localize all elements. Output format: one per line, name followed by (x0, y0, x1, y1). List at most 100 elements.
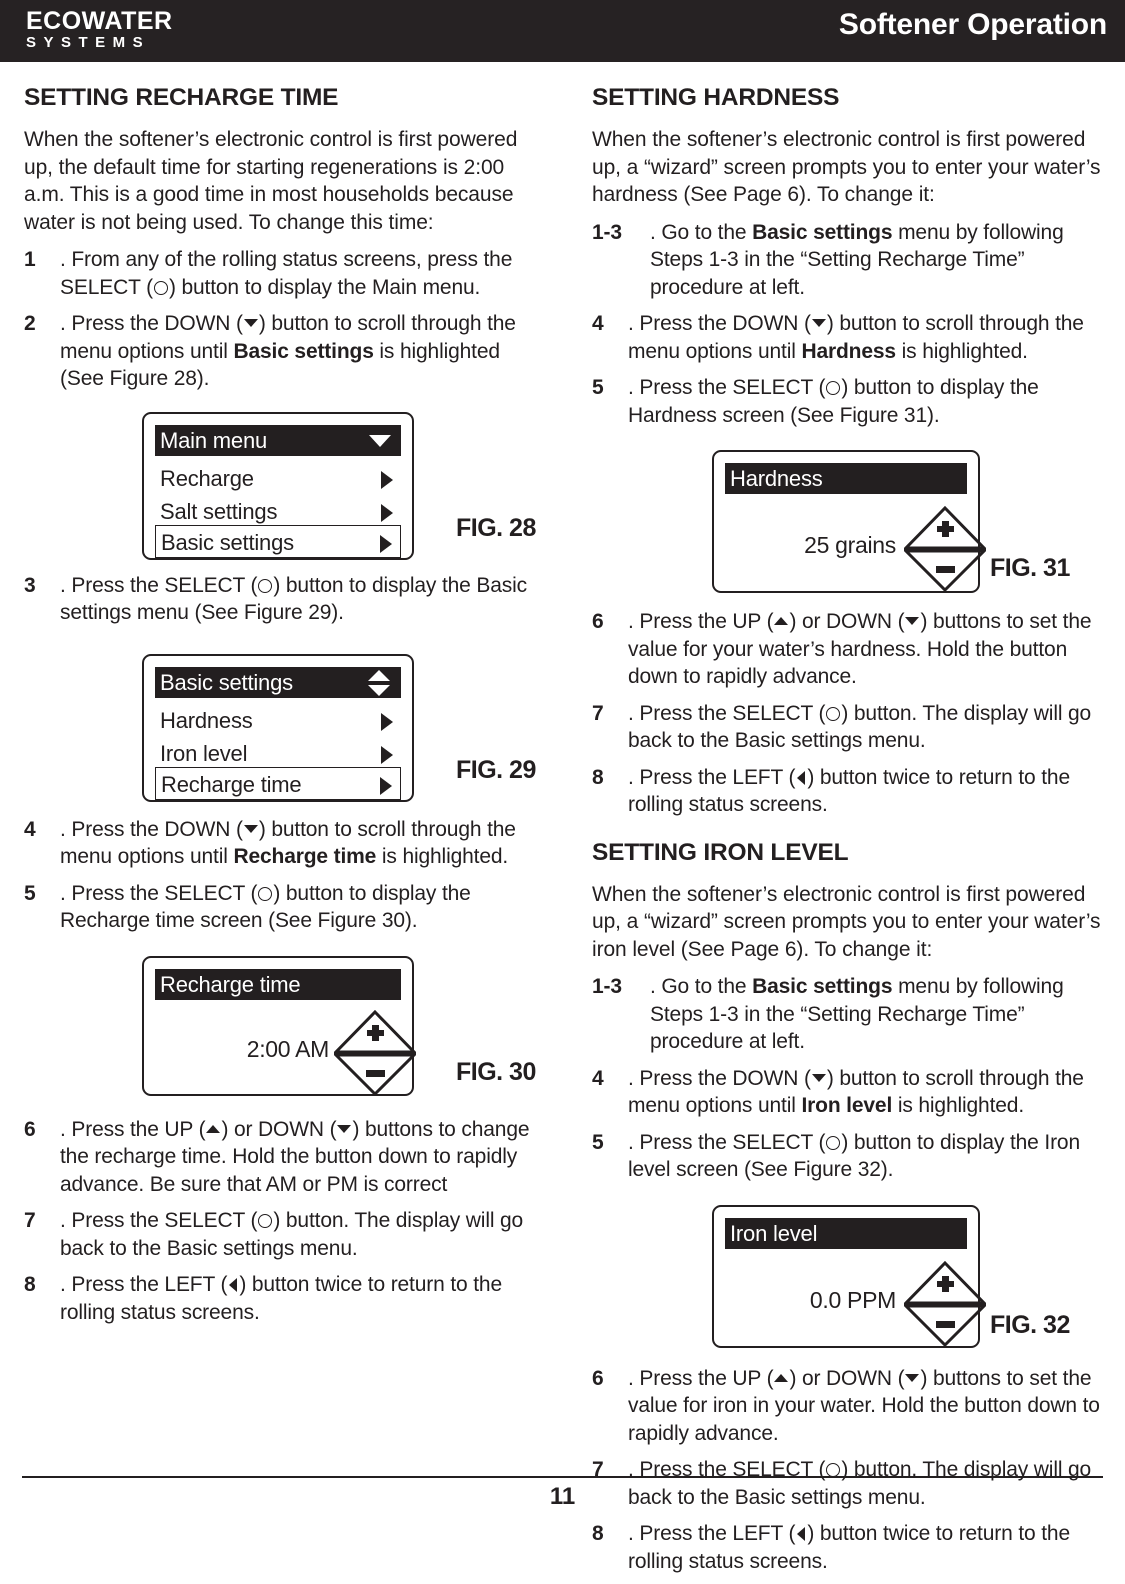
intro-paragraph-iron-level: When the softener’s electronic control i… (592, 882, 1101, 961)
up-arrow-icon (206, 1124, 221, 1133)
step-number: 2 (24, 312, 36, 335)
down-arrow-icon (337, 1124, 352, 1133)
step-text-end: is highlighted. (892, 1094, 1025, 1117)
lcd-title-text: Main menu (160, 427, 268, 453)
left-arrow-icon (229, 1278, 238, 1292)
step-number: 6 (592, 1366, 604, 1390)
down-arrow-icon (811, 319, 826, 327)
step-emphasis: Recharge time (233, 845, 377, 868)
figure-label-29: FIG. 29 (456, 755, 536, 784)
lcd-title-text: Basic settings (160, 669, 293, 695)
menu-item-iron-level[interactable]: Iron level (155, 737, 401, 770)
chevron-right-icon (380, 776, 392, 795)
page-number: 11 (549, 1483, 576, 1510)
step-emphasis: Hardness (801, 339, 896, 363)
step-1: 1. From any of the rolling status screen… (24, 246, 540, 301)
logo-tagline: SYSTEMS (26, 34, 151, 51)
lcd-value-text: 25 grains (804, 532, 896, 558)
down-arrow-icon (905, 1373, 920, 1382)
step-text: . Press the SELECT ( (60, 1209, 258, 1232)
step-text-cont: ) button to display the Main menu. (168, 275, 481, 299)
chevron-down-icon (369, 434, 391, 447)
step-text-cont: ) or DOWN ( (789, 610, 905, 633)
figure-label-32: FIG. 32 (990, 1310, 1070, 1339)
step-4-iron: 4. Press the DOWN () button to scroll th… (592, 1065, 1108, 1120)
step-8-hardness: 8. Press the LEFT () button twice to ret… (592, 764, 1108, 819)
down-arrow-icon (905, 617, 920, 625)
step-5: 5. Press the SELECT () button to display… (24, 880, 540, 935)
lcd-title-bar: Basic settings (155, 666, 401, 698)
plus-minus-icon[interactable] (904, 506, 986, 592)
step-3: 3. Press the SELECT () button to display… (24, 572, 540, 627)
step-number: 5 (24, 881, 36, 905)
step-text: . Press the UP ( (60, 1117, 206, 1141)
step-number: 7 (592, 701, 604, 725)
menu-item-hardness[interactable]: Hardness (155, 704, 401, 737)
step-text: . Press the SELECT ( (60, 881, 258, 905)
step-number: 6 (592, 610, 604, 633)
plus-minus-icon[interactable] (334, 1009, 416, 1096)
plus-minus-icon[interactable] (904, 1260, 986, 1347)
step-4-hardness: 4. Press the DOWN () button to scroll th… (592, 310, 1108, 365)
figure-32: Iron level 0.0 PPM FIG. 32 (592, 1193, 1108, 1365)
figure-30: Recharge time 2:00 AM FIG. 30 (24, 944, 540, 1116)
lcd-title-text: Iron level (730, 1220, 818, 1246)
menu-item-recharge[interactable]: Recharge (155, 462, 401, 495)
step-number: 7 (24, 1209, 36, 1232)
intro-paragraph-hardness: When the softener’s electronic control i… (592, 128, 1101, 206)
lcd-title-bar: Iron level (725, 1217, 967, 1249)
step-number: 4 (592, 1066, 604, 1090)
step-2: 2. Press the DOWN () button to scroll th… (24, 310, 540, 393)
step-text: . Press the SELECT ( (628, 376, 826, 399)
figure-label-31: FIG. 31 (990, 554, 1070, 582)
step-text: . Press the LEFT ( (628, 765, 796, 789)
step-number: 8 (592, 765, 604, 789)
lcd-screen-basic-settings: Basic settings Hardness Iron level Recha… (142, 653, 414, 802)
select-button-icon (826, 381, 841, 395)
lcd-screen-main-menu: Main menu Recharge Salt settings Basic s… (142, 411, 414, 560)
figure-28: Main menu Recharge Salt settings Basic s… (24, 402, 540, 572)
lcd-value-text: 2:00 AM (246, 1035, 330, 1062)
left-arrow-icon (797, 1527, 806, 1541)
left-column: SETTING RECHARGE TIME When the softener’… (24, 84, 540, 1335)
step-number: 1-3 (592, 220, 622, 244)
footer-divider (22, 1476, 1103, 1478)
step-7-hardness: 7. Press the SELECT () button. The displ… (592, 700, 1108, 755)
step-number: 5 (592, 1130, 604, 1154)
left-arrow-icon (797, 770, 806, 785)
menu-item-label: Recharge (160, 465, 254, 491)
step-number: 1-3 (592, 975, 622, 998)
figure-label-30: FIG. 30 (456, 1057, 536, 1086)
select-button-icon (826, 1463, 841, 1477)
select-button-icon (826, 1135, 841, 1150)
step-text: . Press the SELECT ( (628, 1130, 826, 1154)
figure-29: Basic settings Hardness Iron level Recha… (24, 636, 540, 816)
step-number: 4 (24, 817, 36, 841)
section-heading-hardness: SETTING HARDNESS (592, 84, 840, 111)
lcd-title-text: Hardness (730, 466, 823, 491)
right-column: SETTING HARDNESS When the softener’s ele… (592, 84, 1108, 1584)
section-heading-iron-level: SETTING IRON LEVEL (592, 838, 849, 866)
step-text: . Go to the (650, 220, 753, 244)
step-text-cont: ) or DOWN ( (221, 1117, 337, 1141)
step-6: 6. Press the UP () or DOWN () buttons to… (24, 1116, 540, 1199)
menu-item-salt-settings[interactable]: Salt settings (155, 495, 401, 528)
page-title: Softener Operation (838, 8, 1107, 41)
step-8-iron: 8. Press the LEFT () button twice to ret… (592, 1520, 1108, 1575)
down-arrow-icon (811, 1073, 826, 1082)
step-6-hardness: 6. Press the UP () or DOWN () buttons to… (592, 608, 1108, 691)
menu-item-recharge-time[interactable]: Recharge time (155, 766, 401, 800)
lcd-title-bar: Hardness (725, 463, 967, 494)
menu-item-basic-settings[interactable]: Basic settings (155, 524, 401, 558)
step-number: 3 (24, 573, 36, 597)
step-1-3-iron: 1-3. Go to the Basic settings menu by fo… (592, 973, 1108, 1056)
step-text-end: is highlighted. (376, 845, 509, 868)
step-text: . Press the SELECT ( (60, 573, 258, 597)
select-button-icon (153, 280, 168, 295)
menu-item-label: Hardness (160, 707, 253, 733)
chevron-up-down-icon (368, 669, 390, 696)
step-text: . Press the DOWN ( (60, 817, 243, 841)
chevron-right-icon (381, 712, 393, 731)
step-8: 8. Press the LEFT () button twice to ret… (24, 1271, 540, 1326)
step-text: . Press the LEFT ( (628, 1522, 796, 1545)
